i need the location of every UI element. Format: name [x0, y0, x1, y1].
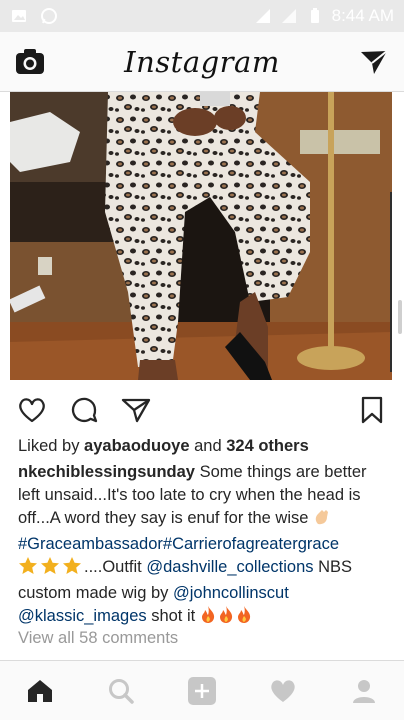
heart-icon[interactable]: [16, 394, 48, 426]
bookmark-icon[interactable]: [356, 394, 388, 426]
add-post-icon[interactable]: [182, 671, 222, 711]
signal-icon: [255, 9, 270, 23]
fire-icon: [200, 605, 216, 631]
post-actions-left: [16, 394, 152, 426]
status-bar: 8:44 AM: [0, 0, 404, 32]
caption-username[interactable]: nkechiblessingsunday: [18, 463, 195, 481]
likes-middle: and: [189, 437, 227, 455]
caption-end-text: shot it: [146, 607, 196, 625]
view-all-comments-link[interactable]: View all 58 comments: [18, 629, 178, 648]
caption-after-stars: ....Outfit: [84, 558, 147, 576]
mention-dashville[interactable]: @dashville_collections: [146, 558, 313, 576]
star-icon: [40, 556, 60, 582]
status-right: 8:44 AM: [254, 6, 394, 26]
fire-icon: [218, 605, 234, 631]
app-title: Instagram: [124, 44, 280, 79]
caption-hashtags[interactable]: #Graceambassador#Carrierofagreatergrace: [18, 535, 339, 553]
camera-icon[interactable]: [14, 46, 46, 78]
search-icon[interactable]: [101, 671, 141, 711]
bottom-nav: [0, 660, 404, 720]
liked-by-user[interactable]: ayabaoduoye: [84, 437, 189, 455]
home-icon[interactable]: [20, 671, 60, 711]
post-photo: [10, 92, 392, 380]
post-caption: nkechiblessingsunday Some things are bet…: [18, 461, 388, 631]
post-actions: [16, 392, 388, 428]
comment-icon[interactable]: [68, 394, 100, 426]
battery-icon: [310, 8, 319, 23]
mention-johncollinscut[interactable]: @johncollinscut: [173, 584, 289, 602]
likes-others[interactable]: 324 others: [226, 437, 309, 455]
post-image[interactable]: [10, 92, 392, 380]
direct-message-icon[interactable]: [358, 46, 390, 78]
image-icon: [12, 10, 26, 22]
share-icon[interactable]: [120, 394, 152, 426]
status-time: 8:44 AM: [331, 6, 394, 25]
mention-klassic-images[interactable]: @klassic_images: [18, 607, 147, 625]
activity-heart-icon[interactable]: [263, 671, 303, 711]
star-icon: [18, 556, 38, 582]
clap-icon: [313, 508, 331, 533]
likes-prefix: Liked by: [18, 437, 85, 455]
profile-icon[interactable]: [344, 671, 384, 711]
whatsapp-icon: [41, 8, 57, 24]
data-icon: [281, 9, 296, 23]
app-header: Instagram: [0, 32, 404, 92]
status-left: [10, 7, 58, 25]
likes-summary: Liked by ayabaoduoye and 324 others: [18, 437, 309, 456]
fire-icon: [236, 605, 252, 631]
scroll-indicator[interactable]: [398, 300, 402, 334]
star-icon: [62, 556, 82, 582]
